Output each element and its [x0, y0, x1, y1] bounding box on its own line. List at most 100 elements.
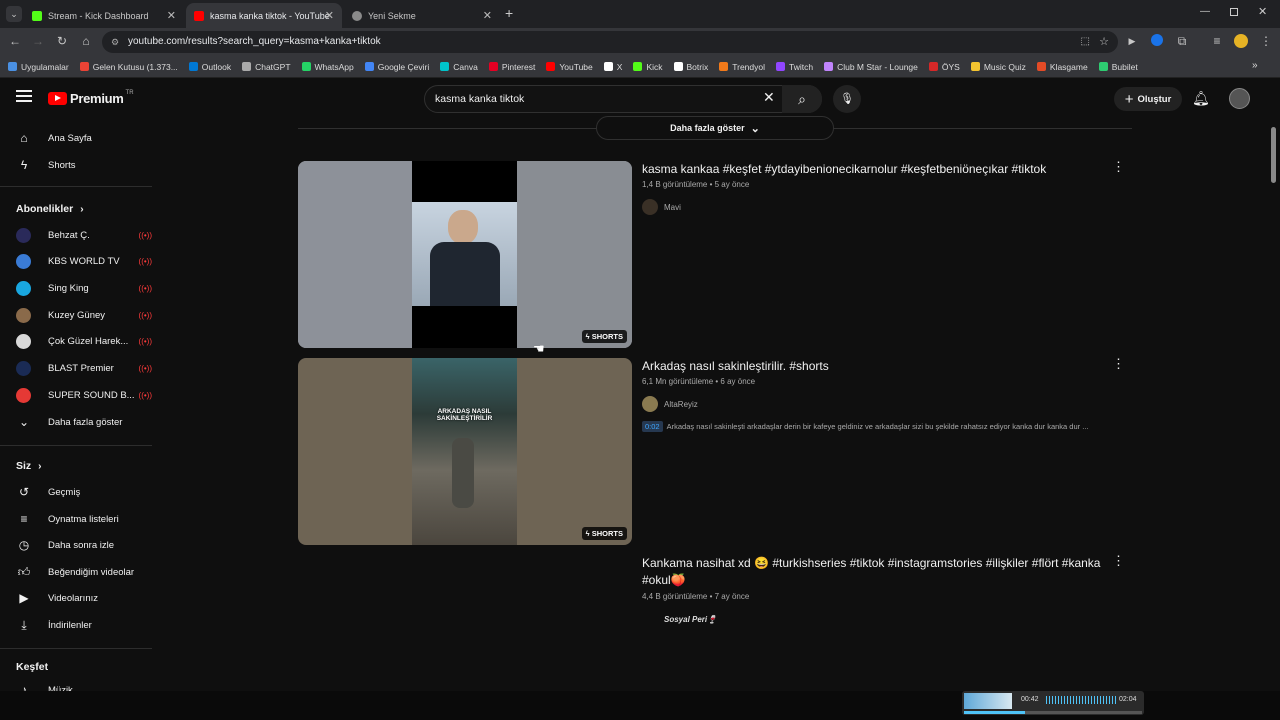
bookmark-item[interactable]: Kick — [633, 62, 663, 72]
media-icon[interactable]: ▶ — [1125, 34, 1139, 48]
mini-player[interactable]: 00:42 02:04 — [962, 691, 1144, 715]
more-options-icon[interactable]: ⋮ — [1112, 356, 1125, 372]
divider — [0, 445, 152, 446]
back-icon[interactable]: ← — [8, 34, 22, 48]
bookmark-item[interactable]: ChatGPT — [242, 62, 291, 72]
sidebar-item-subscription[interactable]: Kuzey Güney ((•)) — [16, 303, 152, 327]
create-button[interactable]: + Oluştur — [1114, 87, 1182, 111]
bookmark-item[interactable]: Klasgame — [1036, 62, 1088, 72]
profile-avatar[interactable] — [1234, 34, 1248, 48]
address-bar[interactable]: ⚙ youtube.com/results?search_query=kasma… — [102, 31, 1118, 53]
sidebar-item-subscription[interactable]: BLAST Premier ((•)) — [16, 357, 152, 381]
bookmark-item[interactable]: YouTube — [546, 62, 593, 72]
bookmark-item[interactable]: X — [603, 62, 622, 72]
bookmark-item[interactable]: Pinterest — [488, 62, 535, 72]
chapter-snippet[interactable]: 0:02 Arkadaş nasıl sakinleşti arkadaşlar… — [642, 421, 1122, 432]
video-title[interactable]: Arkadaş nasıl sakinleştirilir. #shorts — [642, 358, 1082, 375]
close-window-icon[interactable]: ✕ — [1258, 5, 1267, 18]
sidebar-item-subscription[interactable]: Sing King ((•)) — [16, 276, 152, 300]
playlist-icon: ≡ — [20, 512, 28, 526]
sidebar-item-liked[interactable]: 👍︎ Beğendiğim videolar — [16, 560, 146, 584]
bookmark-star-icon[interactable]: ☆ — [1099, 31, 1109, 53]
mini-player-progress[interactable] — [964, 711, 1142, 714]
sidebar-item-playlists[interactable]: ≡ Oynatma listeleri — [16, 507, 146, 531]
tab-kick[interactable]: Stream - Kick Dashboard ✕ — [24, 3, 184, 28]
scrollbar-thumb[interactable] — [1271, 127, 1276, 183]
sidebar-item-subscription[interactable]: KBS WORLD TV ((•)) — [16, 250, 152, 274]
sidebar-item-subscription[interactable]: Behzat Ç. ((•)) — [16, 223, 152, 247]
bookmark-item[interactable]: ÖYS — [928, 61, 960, 72]
youtube-icon — [194, 10, 204, 21]
site-info-icon[interactable]: ⚙ — [111, 31, 119, 53]
minimize-icon[interactable]: — — [1200, 6, 1210, 17]
voice-search-button[interactable]: 🎙 — [833, 85, 861, 113]
chapter-timestamp[interactable]: 0:02 — [642, 421, 663, 432]
search-button[interactable]: ⌕ — [782, 85, 822, 113]
bookmark-label: Google Çeviri — [377, 61, 430, 72]
bookmark-label: ÖYS — [941, 61, 960, 72]
video-title[interactable]: kasma kankaa #keşfet #ytdayibenionecikar… — [642, 161, 1082, 178]
bookmark-item[interactable]: Google Çeviri — [364, 61, 430, 72]
sidebar-item-history[interactable]: ↺ Geçmiş — [16, 480, 146, 504]
bookmark-item[interactable]: Canva — [440, 62, 478, 72]
bookmark-item[interactable]: WhatsApp — [301, 61, 354, 72]
chrome-menu-icon[interactable]: ⋮ — [1259, 34, 1273, 48]
sidebar-item-shorts[interactable]: ϟ Shorts — [16, 153, 146, 177]
bookmark-item[interactable]: Gelen Kutusu (1.373... — [79, 62, 178, 72]
video-title[interactable]: Kankama nasihat xd 😆 #turkishseries #tik… — [642, 555, 1102, 589]
tab-youtube[interactable]: kasma kanka tiktok - YouTube ✕ — [186, 3, 342, 28]
new-tab-icon[interactable]: + — [505, 5, 513, 21]
restore-icon[interactable] — [1230, 8, 1238, 16]
home-icon[interactable]: ⌂ — [79, 34, 93, 48]
reading-list-icon[interactable]: ≡ — [1210, 34, 1224, 48]
bookmark-item[interactable]: Club M Star - Lounge — [824, 62, 918, 72]
video-thumbnail[interactable]: ARKADAŞ NASIL SAKİNLEŞTİRİLİR ϟ SHORTS — [298, 358, 632, 545]
bookmark-item[interactable]: Outlook — [188, 62, 231, 72]
sidebar-item-home[interactable]: ⌂ Ana Sayfa — [16, 126, 146, 150]
thumb-caption: ARKADAŞ NASIL SAKİNLEŞTİRİLİR — [436, 408, 493, 422]
sidebar-item-downloads[interactable]: ⤓ İndirilenler — [16, 613, 146, 637]
puzzle-icon[interactable]: ⧉ — [1175, 34, 1189, 48]
account-avatar[interactable] — [1229, 88, 1250, 109]
sidebar-show-more[interactable]: ⌄ Daha fazla göster — [16, 410, 146, 434]
clear-search-icon[interactable]: ✕ — [763, 89, 775, 106]
sidebar-item-label: Shorts — [48, 159, 76, 171]
sidebar-item-subscription[interactable]: Çok Güzel Harek... ((•)) — [16, 330, 152, 354]
sidebar-item-your-videos[interactable]: ▶ Videolarınız — [16, 586, 146, 610]
bookmark-item[interactable]: Botrix — [673, 61, 709, 72]
more-options-icon[interactable]: ⋮ — [1112, 553, 1125, 569]
thumb-person — [452, 438, 474, 508]
bookmark-label: WhatsApp — [314, 61, 354, 72]
channel-link[interactable]: AltaReyiz — [642, 396, 698, 412]
more-options-icon[interactable]: ⋮ — [1112, 159, 1125, 175]
you-header[interactable]: Siz › — [16, 460, 42, 472]
reload-icon[interactable]: ↻ — [55, 34, 69, 48]
install-icon[interactable]: ⬚ — [1081, 31, 1090, 53]
close-icon[interactable]: ✕ — [483, 9, 492, 22]
tab-new[interactable]: Yeni Sekme ✕ — [344, 3, 500, 28]
notifications-bell-icon[interactable]: 🔔︎ — [1192, 90, 1210, 107]
close-icon[interactable]: ✕ — [167, 9, 176, 22]
sidebar-item-watch-later[interactable]: ◷ Daha sonra izle — [16, 533, 146, 557]
bookmark-item[interactable]: Trendyol — [719, 62, 765, 72]
channel-link[interactable]: Mavi — [642, 199, 681, 215]
sidebar-item-subscription[interactable]: SUPER SOUND B... ((•)) — [16, 383, 152, 407]
bookmark-label: Botrix — [686, 61, 709, 72]
subscriptions-header[interactable]: Abonelikler › — [16, 203, 84, 215]
channel-link[interactable]: Sosyal Peri🍷 — [642, 611, 717, 627]
bookmark-label: Trendyol — [732, 61, 765, 72]
bookmark-item[interactable]: Twitch — [776, 62, 813, 72]
show-more-button[interactable]: Daha fazla göster ⌄ — [596, 116, 834, 140]
close-icon[interactable]: ✕ — [325, 9, 334, 22]
tab-search-icon[interactable]: ⌄ — [6, 6, 22, 22]
video-thumbnail[interactable]: ϟ SHORTS — [298, 161, 632, 348]
bookmark-item[interactable]: Music Quiz — [970, 62, 1026, 72]
forward-icon[interactable]: → — [31, 34, 45, 48]
bookmark-icon — [364, 62, 374, 71]
more-bookmarks-icon[interactable]: » — [1252, 60, 1258, 71]
bookmark-item[interactable]: Bubilet — [1098, 62, 1138, 72]
snippet-text: Arkadaş nasıl sakinleşti arkadaşlar deri… — [666, 422, 1089, 431]
bookmark-item[interactable]: Uygulamalar — [8, 62, 69, 72]
extension-icon[interactable] — [1150, 34, 1164, 48]
bookmark-label: Twitch — [789, 61, 814, 72]
